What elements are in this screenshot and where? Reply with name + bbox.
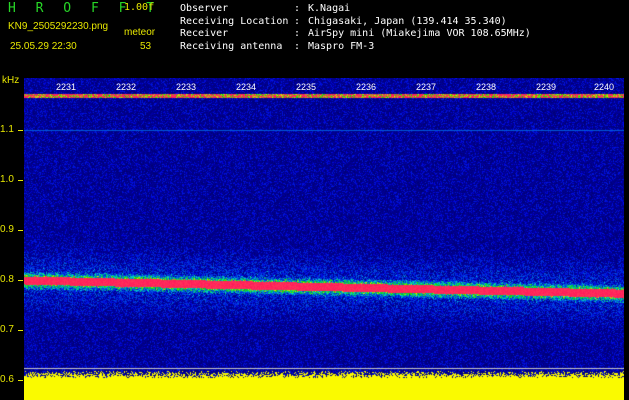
- x-tick-label: 2234: [236, 82, 257, 92]
- x-tick-label: 2240: [594, 82, 615, 92]
- x-tick-label: 2231: [56, 82, 77, 92]
- y-label: 0.7: [0, 324, 14, 335]
- info-key: Receiving Location: [180, 15, 289, 27]
- info-row-receiver: Receiver: AirSpy mini (Miakejima VOR 108.…: [180, 28, 531, 39]
- meteor-label: meteor: [124, 27, 156, 38]
- y-label: 1.1: [0, 124, 14, 135]
- info-value: AirSpy mini (Miakejima VOR 108.65MHz): [308, 28, 531, 39]
- info-value: Chigasaki, Japan (139.414 35.340): [308, 15, 507, 27]
- x-tick-label: 2233: [176, 82, 197, 92]
- x-tick-label: 2238: [476, 82, 497, 92]
- info-row-location: Receiving Location: Chigasaki, Japan (139…: [180, 15, 507, 27]
- observation-datetime: 25.05.29 22:30: [10, 41, 77, 52]
- y-label: 0.6: [0, 374, 14, 385]
- info-row-observer: Observer: K.Nagai: [180, 3, 351, 14]
- x-tick-label: 2232: [116, 82, 137, 92]
- station-info: Observer: K.Nagai Receiving Location: Chig…: [180, 3, 531, 53]
- x-tick-label: 2237: [416, 82, 437, 92]
- x-tick-label: 2236: [356, 82, 377, 92]
- y-tick: [18, 180, 23, 181]
- y-tick: [18, 130, 23, 131]
- info-key: Receiving antenna: [180, 40, 283, 52]
- app-version: 1.00f: [124, 2, 155, 13]
- spectrogram-canvas: [24, 78, 624, 400]
- header-panel: H R O F F T 1.00f KN9_2505292230.png 25.…: [0, 0, 629, 74]
- y-tick: [18, 230, 23, 231]
- y-label: 0.9: [0, 224, 14, 235]
- y-tick: [18, 330, 23, 331]
- info-value: K.Nagai: [308, 3, 351, 14]
- x-tick-label: 2239: [536, 82, 557, 92]
- info-value: Maspro FM-3: [308, 40, 375, 52]
- y-label: 0.8: [0, 274, 14, 285]
- y-axis-unit: kHz: [2, 75, 20, 86]
- x-tick-label: 2235: [296, 82, 317, 92]
- y-tick: [18, 280, 23, 281]
- info-row-antenna: Receiving antenna: Maspro FM-3: [180, 40, 375, 52]
- file-name: KN9_2505292230.png: [8, 21, 109, 32]
- info-key: Observer: [180, 3, 229, 14]
- y-label: 1.0: [0, 174, 14, 185]
- meteor-count: 53: [140, 41, 152, 52]
- y-tick: [18, 380, 23, 381]
- info-key: Receiver: [180, 28, 229, 39]
